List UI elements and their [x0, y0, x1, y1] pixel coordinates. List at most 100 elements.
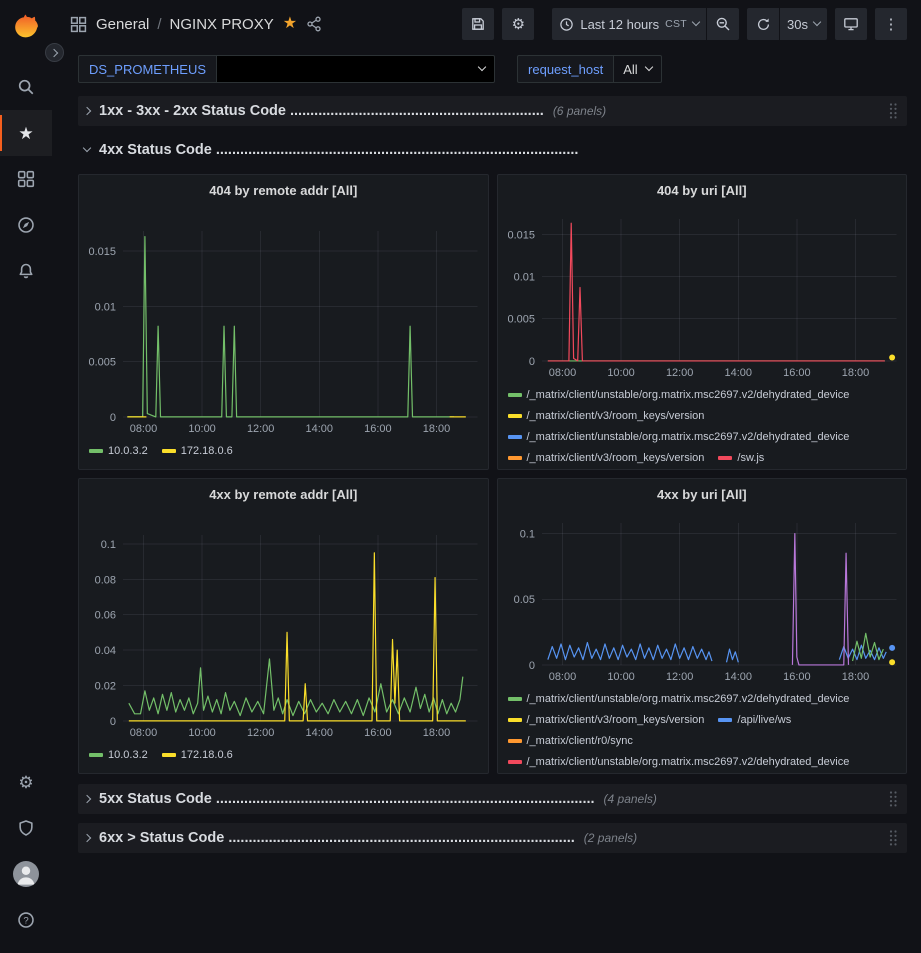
- panel: 4xx by uri [All] 00.050.108:0010:0012:00…: [497, 478, 908, 774]
- panel-title: 4xx by remote addr [All]: [209, 487, 357, 502]
- panel-header[interactable]: 4xx by uri [All]: [498, 479, 907, 509]
- row-title: 5xx Status Code ........................…: [99, 791, 595, 807]
- legend-item[interactable]: /_matrix/client/unstable/org.matrix.msc2…: [508, 384, 850, 405]
- timezone-badge: CST: [665, 18, 687, 30]
- cycle-view-mode-button[interactable]: [835, 8, 867, 40]
- row-drag-handle[interactable]: [888, 829, 898, 847]
- sidebar-item-starred[interactable]: ★: [0, 110, 52, 156]
- dashboards-grid-icon[interactable]: [70, 16, 87, 33]
- save-dashboard-button[interactable]: [462, 8, 494, 40]
- breadcrumb: General / NGINX PROXY: [96, 16, 274, 33]
- breadcrumb-dashboard-title[interactable]: NGINX PROXY: [170, 16, 274, 33]
- sidebar-item-explore[interactable]: [0, 202, 52, 248]
- legend-series-label: 10.0.3.2: [108, 749, 148, 761]
- dashboard-row-6xx[interactable]: 6xx > Status Code ......................…: [78, 823, 907, 853]
- time-series-chart[interactable]: 00.0050.010.01508:0010:0012:0014:0016:00…: [79, 205, 488, 437]
- time-series-chart[interactable]: 00.0050.010.01508:0010:0012:0014:0016:00…: [498, 205, 907, 381]
- legend-item[interactable]: /_matrix/client/unstable/org.matrix.msc2…: [508, 426, 850, 447]
- row-drag-handle[interactable]: [888, 790, 898, 808]
- time-series-chart[interactable]: 00.020.040.060.080.108:0010:0012:0014:00…: [79, 509, 488, 741]
- chevron-down-icon: [644, 63, 652, 71]
- sidebar-item-configuration[interactable]: ⚙: [0, 759, 52, 805]
- breadcrumb-folder[interactable]: General: [96, 16, 149, 33]
- panel-header[interactable]: 404 by remote addr [All]: [79, 175, 488, 205]
- svg-text:0: 0: [528, 356, 534, 368]
- refresh-interval-label: 30s: [787, 17, 808, 32]
- time-series-chart[interactable]: 00.050.108:0010:0012:0014:0016:0018:00: [498, 509, 907, 685]
- legend-item[interactable]: 172.18.0.6: [162, 744, 233, 765]
- sidebar-item-help[interactable]: ?: [0, 897, 52, 943]
- svg-text:0.01: 0.01: [95, 301, 116, 313]
- bell-icon: [17, 262, 35, 280]
- variable-label-request-host: request_host: [517, 55, 613, 83]
- favorite-star-icon[interactable]: ★: [283, 16, 297, 32]
- kebab-menu-button[interactable]: ⋮: [875, 8, 907, 40]
- sidebar-expand-button[interactable]: [45, 43, 64, 62]
- legend-item[interactable]: /sw.js: [718, 447, 764, 468]
- legend-series-marker: [508, 739, 522, 743]
- time-range-picker[interactable]: Last 12 hours CST: [552, 8, 706, 40]
- panel-header[interactable]: 404 by uri [All]: [498, 175, 907, 205]
- svg-text:0.04: 0.04: [95, 645, 116, 657]
- panel-title: 404 by remote addr [All]: [209, 183, 357, 198]
- search-icon: [17, 78, 35, 96]
- zoom-out-icon: [715, 16, 731, 32]
- legend-series-marker: [89, 449, 103, 453]
- legend-series-label: /_matrix/client/v3/room_keys/version: [527, 714, 705, 726]
- legend-series-label: /_matrix/client/v3/room_keys/version: [527, 452, 705, 464]
- row-drag-handle[interactable]: [888, 102, 898, 120]
- dashboard-row-4xx[interactable]: 4xx Status Code ........................…: [78, 135, 907, 165]
- sidebar-item-server-admin[interactable]: [0, 805, 52, 851]
- main-area: General / NGINX PROXY ★ ⚙: [52, 0, 921, 953]
- chevron-down-icon: [813, 18, 821, 26]
- legend-item[interactable]: /api/live/ws: [718, 709, 791, 730]
- request-host-select[interactable]: All: [613, 55, 661, 83]
- dashboard-settings-button[interactable]: ⚙: [502, 8, 534, 40]
- panel-grid: 404 by remote addr [All] 00.0050.010.015…: [78, 174, 907, 774]
- sidebar-item-dashboards[interactable]: [0, 156, 52, 202]
- legend-item[interactable]: /_matrix/client/v3/room_keys/version: [508, 709, 705, 730]
- panel: 404 by remote addr [All] 00.0050.010.015…: [78, 174, 489, 470]
- dashboard-row-5xx[interactable]: 5xx Status Code ........................…: [78, 784, 907, 814]
- zoom-out-button[interactable]: [707, 8, 739, 40]
- panel-header[interactable]: 4xx by remote addr [All]: [79, 479, 488, 509]
- legend-series-marker: [162, 449, 176, 453]
- sidebar-item-search[interactable]: [0, 64, 52, 110]
- grafana-logo-icon[interactable]: [8, 10, 44, 46]
- panel-legend: 10.0.3.2 172.18.0.6: [79, 741, 488, 773]
- legend-series-marker: [508, 435, 522, 439]
- refresh-controls: 30s: [747, 8, 827, 40]
- legend-item[interactable]: /_matrix/client/unstable/org.matrix.msc2…: [508, 751, 850, 772]
- svg-text:12:00: 12:00: [247, 423, 274, 435]
- refresh-interval-picker[interactable]: 30s: [780, 8, 827, 40]
- sidebar-item-alerting[interactable]: [0, 248, 52, 294]
- sidebar-item-profile[interactable]: [0, 851, 52, 897]
- legend-item[interactable]: /_matrix/client/v3/room_keys/version: [508, 447, 705, 468]
- chevron-down-icon: [692, 18, 700, 26]
- legend-item[interactable]: 172.18.0.6: [162, 440, 233, 461]
- svg-text:0.01: 0.01: [513, 271, 534, 283]
- legend-series-marker: [508, 414, 522, 418]
- share-icon[interactable]: [306, 16, 322, 32]
- svg-text:08:00: 08:00: [548, 367, 575, 379]
- chevron-right-icon: [83, 795, 91, 803]
- clock-icon: [559, 17, 574, 32]
- legend-item[interactable]: 10.0.3.2: [89, 440, 148, 461]
- sidebar-bottom-nav: ⚙ ?: [0, 759, 52, 943]
- legend-item[interactable]: /_matrix/client/v3/room_keys/version: [508, 405, 705, 426]
- dashboards-icon: [17, 170, 35, 188]
- svg-text:0: 0: [110, 716, 116, 728]
- dashboard-row-1xx-3xx-2xx[interactable]: 1xx - 3xx - 2xx Status Code ............…: [78, 96, 907, 126]
- legend-item[interactable]: 10.0.3.2: [89, 744, 148, 765]
- legend-series-marker: [508, 697, 522, 701]
- chevron-right-icon: [83, 107, 91, 115]
- monitor-icon: [843, 16, 859, 32]
- legend-series-label: 172.18.0.6: [181, 445, 233, 457]
- legend-item[interactable]: /_matrix/client/unstable/org.matrix.msc2…: [508, 688, 850, 709]
- panel-title: 4xx by uri [All]: [657, 487, 747, 502]
- datasource-select[interactable]: [216, 55, 495, 83]
- variable-label-datasource: DS_PROMETHEUS: [78, 55, 216, 83]
- legend-item[interactable]: /_matrix/client/r0/sync: [508, 730, 633, 751]
- refresh-button[interactable]: [747, 8, 779, 40]
- svg-text:18:00: 18:00: [423, 727, 450, 739]
